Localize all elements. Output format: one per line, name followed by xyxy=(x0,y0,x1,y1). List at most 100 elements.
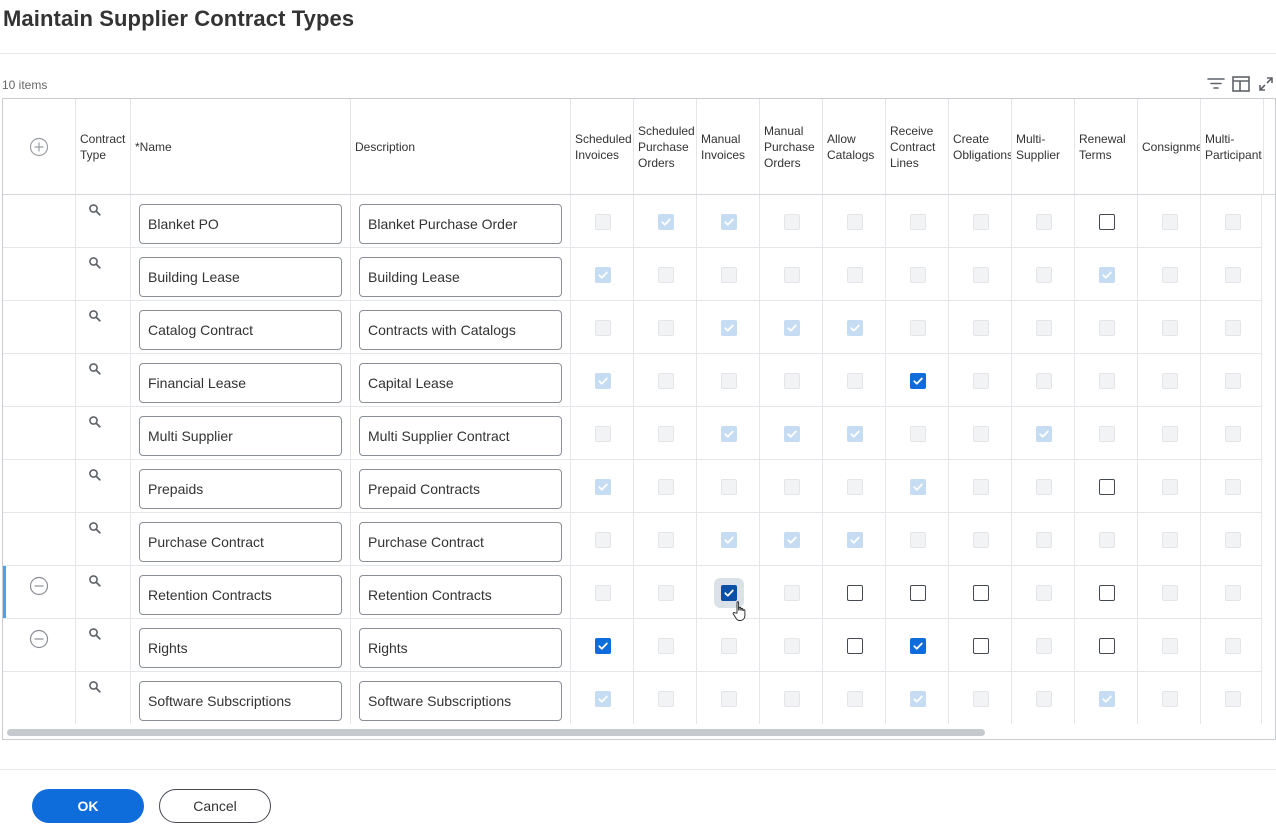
option-checkbox xyxy=(721,214,737,230)
search-icon[interactable] xyxy=(88,521,102,535)
option-checkbox xyxy=(721,479,737,495)
row-actions-cell xyxy=(3,672,76,724)
search-icon[interactable] xyxy=(88,468,102,482)
description-input[interactable] xyxy=(359,310,562,350)
name-input[interactable] xyxy=(139,628,342,668)
checkbox-cell xyxy=(886,513,949,565)
name-input[interactable] xyxy=(139,204,342,244)
search-icon[interactable] xyxy=(88,203,102,217)
option-checkbox xyxy=(784,532,800,548)
checkbox-cell xyxy=(949,195,1012,247)
contract-type-cell xyxy=(76,672,131,724)
name-input[interactable] xyxy=(139,522,342,562)
option-checkbox[interactable] xyxy=(973,638,989,654)
search-icon[interactable] xyxy=(88,309,102,323)
checkbox-cell xyxy=(1138,513,1201,565)
name-input[interactable] xyxy=(139,681,342,721)
description-input[interactable] xyxy=(359,575,562,615)
option-checkbox xyxy=(721,320,737,336)
option-checkbox[interactable] xyxy=(910,585,926,601)
header-checkbox-column: Consignment xyxy=(1138,99,1201,194)
checkbox-cell xyxy=(571,672,634,724)
search-icon[interactable] xyxy=(88,574,102,588)
checkbox-cell xyxy=(886,195,949,247)
checkbox-cell xyxy=(760,566,823,618)
option-checkbox xyxy=(973,691,989,707)
checkbox-cell xyxy=(949,513,1012,565)
option-checkbox xyxy=(595,373,611,389)
name-input[interactable] xyxy=(139,363,342,403)
remove-row-icon[interactable] xyxy=(29,629,49,649)
option-checkbox[interactable] xyxy=(973,585,989,601)
horizontal-scrollbar[interactable] xyxy=(3,724,1275,739)
checkbox-cell xyxy=(697,672,760,724)
option-checkbox[interactable] xyxy=(595,638,611,654)
checkbox-cell xyxy=(949,460,1012,512)
option-checkbox xyxy=(721,691,737,707)
option-checkbox xyxy=(1036,638,1052,654)
option-checkbox[interactable] xyxy=(847,585,863,601)
description-input[interactable] xyxy=(359,681,562,721)
option-checkbox xyxy=(1036,320,1052,336)
option-checkbox[interactable] xyxy=(1099,638,1115,654)
search-icon[interactable] xyxy=(88,680,102,694)
option-checkbox xyxy=(910,267,926,283)
search-icon[interactable] xyxy=(88,256,102,270)
option-checkbox[interactable] xyxy=(910,638,926,654)
ok-button[interactable]: OK xyxy=(32,789,144,823)
option-checkbox[interactable] xyxy=(1099,585,1115,601)
search-icon[interactable] xyxy=(88,362,102,376)
name-input[interactable] xyxy=(139,257,342,297)
description-input[interactable] xyxy=(359,469,562,509)
option-checkbox xyxy=(595,214,611,230)
checkbox-cell xyxy=(1201,566,1264,618)
cancel-button[interactable]: Cancel xyxy=(159,789,271,823)
name-input[interactable] xyxy=(139,469,342,509)
row-actions-cell xyxy=(3,301,76,353)
checkbox-cell xyxy=(1012,513,1075,565)
checkbox-cell xyxy=(697,248,760,300)
add-row-icon[interactable] xyxy=(29,137,49,157)
remove-row-icon[interactable] xyxy=(29,576,49,596)
search-icon[interactable] xyxy=(88,415,102,429)
checkbox-cell xyxy=(886,407,949,459)
description-input[interactable] xyxy=(359,257,562,297)
description-input[interactable] xyxy=(359,522,562,562)
option-checkbox xyxy=(595,426,611,442)
option-checkbox xyxy=(1225,532,1241,548)
description-input[interactable] xyxy=(359,204,562,244)
name-input[interactable] xyxy=(139,310,342,350)
checkbox-cell xyxy=(886,672,949,724)
option-checkbox xyxy=(784,214,800,230)
description-input[interactable] xyxy=(359,363,562,403)
checkbox-cell xyxy=(1201,672,1264,724)
search-icon[interactable] xyxy=(88,627,102,641)
name-input[interactable] xyxy=(139,575,342,615)
option-checkbox[interactable] xyxy=(1099,214,1115,230)
header-checkbox-column: Allow Catalogs xyxy=(823,99,886,194)
header-checkbox-column: Scheduled Invoices xyxy=(571,99,634,194)
option-checkbox[interactable] xyxy=(1099,479,1115,495)
checkbox-cell xyxy=(886,619,949,671)
checkbox-cell xyxy=(571,566,634,618)
option-checkbox xyxy=(847,267,863,283)
option-checkbox[interactable] xyxy=(910,373,926,389)
option-checkbox xyxy=(784,320,800,336)
column-chooser-icon[interactable] xyxy=(1231,74,1251,94)
option-checkbox xyxy=(658,479,674,495)
horizontal-scrollbar-thumb[interactable] xyxy=(7,729,985,736)
checkbox-cell xyxy=(697,566,760,618)
header-checkbox-column: Multi- Supplier xyxy=(1012,99,1075,194)
vertical-scrollbar[interactable] xyxy=(1261,195,1275,725)
option-checkbox xyxy=(847,214,863,230)
description-cell xyxy=(351,460,571,512)
option-checkbox[interactable] xyxy=(847,638,863,654)
description-input[interactable] xyxy=(359,628,562,668)
option-checkbox xyxy=(784,373,800,389)
filter-icon[interactable] xyxy=(1206,74,1226,94)
name-input[interactable] xyxy=(139,416,342,456)
option-checkbox[interactable] xyxy=(721,585,737,601)
description-input[interactable] xyxy=(359,416,562,456)
option-checkbox xyxy=(1162,585,1178,601)
fullscreen-icon[interactable] xyxy=(1256,74,1276,94)
